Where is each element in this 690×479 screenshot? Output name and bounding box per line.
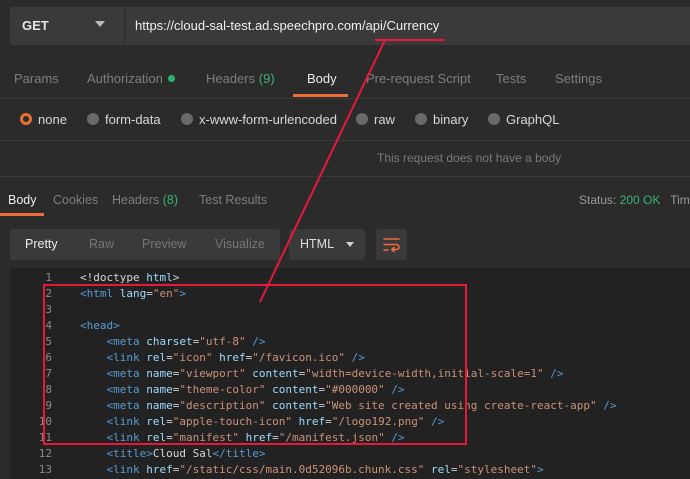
radio-label-graphql[interactable]: GraphQL: [506, 112, 559, 127]
time-label: Tim: [670, 193, 690, 207]
tab-label: Headers: [206, 71, 256, 86]
code-text: <!doctype html>: [80, 271, 180, 284]
status-dot-icon: [167, 75, 175, 83]
view-raw-button[interactable]: Raw: [89, 237, 114, 251]
response-tab-cookies[interactable]: Cookies: [53, 193, 98, 207]
tab-label: Pre-request Script: [366, 71, 471, 86]
code-text: <link href="/static/css/main.0d52096b.ch…: [106, 463, 544, 476]
line-number: 1: [45, 271, 52, 284]
radio-form-data[interactable]: [87, 113, 99, 125]
chevron-down-icon: [346, 242, 354, 247]
chevron-down-icon: [95, 21, 105, 27]
annotation-highlight-box: [43, 284, 467, 445]
radio-label-raw[interactable]: raw: [374, 112, 395, 127]
active-tab-indicator: [293, 94, 348, 97]
method-select[interactable]: GET: [10, 7, 124, 45]
url-text: https://cloud-sal-test.ad.speechpro.com/…: [135, 18, 440, 33]
view-pretty-button[interactable]: Pretty: [25, 237, 58, 251]
tab-label: Authorization: [87, 71, 163, 86]
tab-tests[interactable]: Tests: [496, 71, 526, 86]
tab-headers[interactable]: Headers (9): [206, 71, 275, 86]
line-number: 13: [38, 463, 52, 476]
tab-label: Test Results: [199, 193, 268, 207]
tab-label: Settings: [555, 71, 602, 86]
url-input[interactable]: https://cloud-sal-test.ad.speechpro.com/…: [125, 7, 690, 45]
radio-raw[interactable]: [356, 113, 368, 125]
no-body-message: This request does not have a body: [377, 151, 562, 165]
wrap-lines-icon: [383, 238, 400, 253]
tab-settings[interactable]: Settings: [555, 71, 602, 86]
response-tab-test-results[interactable]: Test Results: [199, 193, 267, 207]
radio-none[interactable]: [20, 113, 32, 125]
radio-binary[interactable]: [415, 113, 427, 125]
radio-graphql[interactable]: [488, 113, 500, 125]
radio-label-none[interactable]: none: [38, 112, 67, 127]
tab-label: Body: [307, 71, 337, 86]
status-value: 200 OK: [619, 193, 661, 207]
tab-label: Tests: [496, 71, 527, 86]
tab-body[interactable]: Body: [307, 71, 337, 86]
tab-label: Cookies: [53, 193, 99, 207]
radio-label-form-data[interactable]: form-data: [105, 112, 161, 127]
divider: [0, 176, 690, 177]
response-tab-headers[interactable]: Headers (8): [112, 193, 178, 207]
response-tab-body[interactable]: Body: [8, 193, 37, 207]
tab-count: (9): [258, 71, 275, 86]
status-label: Status:: [579, 193, 617, 207]
response-status: Status: 200 OK Tim: [579, 193, 690, 207]
active-response-tab-indicator: [0, 213, 44, 216]
tab-label: Body: [8, 193, 37, 207]
wrap-lines-button[interactable]: [376, 229, 407, 260]
tab-label: Headers: [112, 193, 160, 207]
radio-label-x-www-form-urlencoded[interactable]: x-www-form-urlencoded: [199, 112, 337, 127]
view-visualize-button[interactable]: Visualize: [215, 237, 265, 251]
tab-label: Params: [14, 71, 59, 86]
tab-count: (8): [162, 193, 179, 207]
tab-authorization[interactable]: Authorization: [87, 71, 175, 86]
view-preview-button[interactable]: Preview: [142, 237, 186, 251]
tab-params[interactable]: Params: [14, 71, 59, 86]
method-label: GET: [22, 18, 49, 33]
tab-pre-request-script[interactable]: Pre-request Script: [366, 71, 471, 86]
radio-x-www-form-urlencoded[interactable]: [181, 113, 193, 125]
line-number: 12: [38, 447, 52, 460]
language-label: HTML: [300, 237, 335, 251]
code-text: <title>Cloud Sal</title>: [106, 447, 266, 460]
divider: [0, 140, 690, 141]
radio-label-binary[interactable]: binary: [433, 112, 468, 127]
